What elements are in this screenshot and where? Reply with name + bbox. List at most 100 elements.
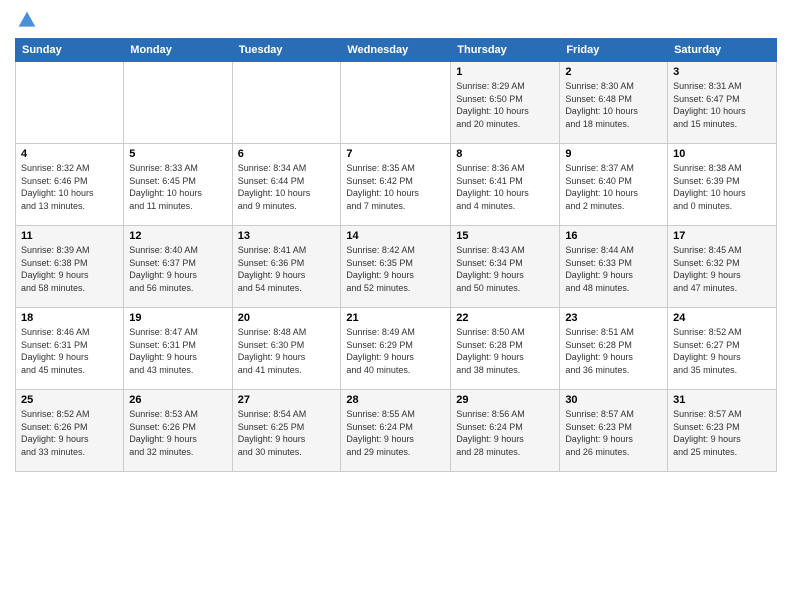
day-cell: 25 Sunrise: 8:52 AM Sunset: 6:26 PM Dayli…: [16, 390, 124, 472]
day-info: Sunrise: 8:31 AM Sunset: 6:47 PM Dayligh…: [673, 80, 771, 130]
day-number: 21: [346, 312, 445, 324]
week-row-5: 25 Sunrise: 8:52 AM Sunset: 6:26 PM Dayli…: [16, 390, 777, 472]
day-info: Sunrise: 8:43 AM Sunset: 6:34 PM Dayligh…: [456, 244, 554, 294]
page-container: SundayMondayTuesdayWednesdayThursdayFrid…: [0, 0, 792, 482]
day-cell: [16, 62, 124, 144]
day-info: Sunrise: 8:57 AM Sunset: 6:23 PM Dayligh…: [673, 408, 771, 458]
day-cell: 21 Sunrise: 8:49 AM Sunset: 6:29 PM Dayli…: [341, 308, 451, 390]
day-cell: 23 Sunrise: 8:51 AM Sunset: 6:28 PM Dayli…: [560, 308, 668, 390]
header-row: SundayMondayTuesdayWednesdayThursdayFrid…: [16, 39, 777, 62]
day-number: 5: [129, 148, 226, 160]
day-number: 4: [21, 148, 118, 160]
logo: [15, 10, 37, 30]
calendar-table: SundayMondayTuesdayWednesdayThursdayFrid…: [15, 38, 777, 472]
day-cell: 14 Sunrise: 8:42 AM Sunset: 6:35 PM Dayli…: [341, 226, 451, 308]
header: [15, 10, 777, 30]
week-row-3: 11 Sunrise: 8:39 AM Sunset: 6:38 PM Dayli…: [16, 226, 777, 308]
day-cell: 30 Sunrise: 8:57 AM Sunset: 6:23 PM Dayli…: [560, 390, 668, 472]
day-number: 22: [456, 312, 554, 324]
day-number: 15: [456, 230, 554, 242]
day-cell: 13 Sunrise: 8:41 AM Sunset: 6:36 PM Dayli…: [232, 226, 341, 308]
day-info: Sunrise: 8:33 AM Sunset: 6:45 PM Dayligh…: [129, 162, 226, 212]
day-number: 9: [565, 148, 662, 160]
day-info: Sunrise: 8:32 AM Sunset: 6:46 PM Dayligh…: [21, 162, 118, 212]
day-number: 27: [238, 394, 336, 406]
day-info: Sunrise: 8:30 AM Sunset: 6:48 PM Dayligh…: [565, 80, 662, 130]
day-cell: 9 Sunrise: 8:37 AM Sunset: 6:40 PM Daylig…: [560, 144, 668, 226]
day-number: 30: [565, 394, 662, 406]
day-cell: 6Sunrise: 8:34 AM Sunset: 6:44 PM Daylig…: [232, 144, 341, 226]
day-info: Sunrise: 8:36 AM Sunset: 6:41 PM Dayligh…: [456, 162, 554, 212]
day-cell: 28Sunrise: 8:55 AM Sunset: 6:24 PM Dayli…: [341, 390, 451, 472]
day-info: Sunrise: 8:37 AM Sunset: 6:40 PM Dayligh…: [565, 162, 662, 212]
day-cell: 4 Sunrise: 8:32 AM Sunset: 6:46 PM Daylig…: [16, 144, 124, 226]
day-info: Sunrise: 8:35 AM Sunset: 6:42 PM Dayligh…: [346, 162, 445, 212]
day-number: 25: [21, 394, 118, 406]
day-number: 14: [346, 230, 445, 242]
day-number: 31: [673, 394, 771, 406]
day-info: Sunrise: 8:40 AM Sunset: 6:37 PM Dayligh…: [129, 244, 226, 294]
day-number: 8: [456, 148, 554, 160]
day-number: 24: [673, 312, 771, 324]
day-cell: [124, 62, 232, 144]
day-info: Sunrise: 8:42 AM Sunset: 6:35 PM Dayligh…: [346, 244, 445, 294]
day-number: 18: [21, 312, 118, 324]
day-cell: 1 Sunrise: 8:29 AM Sunset: 6:50 PM Daylig…: [451, 62, 560, 144]
day-info: Sunrise: 8:50 AM Sunset: 6:28 PM Dayligh…: [456, 326, 554, 376]
day-cell: 12 Sunrise: 8:40 AM Sunset: 6:37 PM Dayli…: [124, 226, 232, 308]
day-cell: 26Sunrise: 8:53 AM Sunset: 6:26 PM Dayli…: [124, 390, 232, 472]
week-row-4: 18 Sunrise: 8:46 AM Sunset: 6:31 PM Dayli…: [16, 308, 777, 390]
day-info: Sunrise: 8:56 AM Sunset: 6:24 PM Dayligh…: [456, 408, 554, 458]
day-info: Sunrise: 8:45 AM Sunset: 6:32 PM Dayligh…: [673, 244, 771, 294]
day-info: Sunrise: 8:34 AM Sunset: 6:44 PM Dayligh…: [238, 162, 336, 212]
day-number: 26: [129, 394, 226, 406]
day-info: Sunrise: 8:52 AM Sunset: 6:27 PM Dayligh…: [673, 326, 771, 376]
day-info: Sunrise: 8:46 AM Sunset: 6:31 PM Dayligh…: [21, 326, 118, 376]
day-info: Sunrise: 8:55 AM Sunset: 6:24 PM Dayligh…: [346, 408, 445, 458]
col-header-saturday: Saturday: [668, 39, 777, 62]
day-cell: 22 Sunrise: 8:50 AM Sunset: 6:28 PM Dayli…: [451, 308, 560, 390]
day-cell: 20Sunrise: 8:48 AM Sunset: 6:30 PM Dayli…: [232, 308, 341, 390]
day-cell: 3 Sunrise: 8:31 AM Sunset: 6:47 PM Daylig…: [668, 62, 777, 144]
day-cell: 5 Sunrise: 8:33 AM Sunset: 6:45 PM Daylig…: [124, 144, 232, 226]
day-info: Sunrise: 8:39 AM Sunset: 6:38 PM Dayligh…: [21, 244, 118, 294]
day-cell: 8 Sunrise: 8:36 AM Sunset: 6:41 PM Daylig…: [451, 144, 560, 226]
day-cell: 31 Sunrise: 8:57 AM Sunset: 6:23 PM Dayli…: [668, 390, 777, 472]
day-number: 13: [238, 230, 336, 242]
day-cell: 27Sunrise: 8:54 AM Sunset: 6:25 PM Dayli…: [232, 390, 341, 472]
col-header-tuesday: Tuesday: [232, 39, 341, 62]
day-number: 3: [673, 66, 771, 78]
col-header-wednesday: Wednesday: [341, 39, 451, 62]
day-cell: 18 Sunrise: 8:46 AM Sunset: 6:31 PM Dayli…: [16, 308, 124, 390]
day-cell: 15 Sunrise: 8:43 AM Sunset: 6:34 PM Dayli…: [451, 226, 560, 308]
day-info: Sunrise: 8:29 AM Sunset: 6:50 PM Dayligh…: [456, 80, 554, 130]
day-info: Sunrise: 8:57 AM Sunset: 6:23 PM Dayligh…: [565, 408, 662, 458]
day-cell: [341, 62, 451, 144]
day-cell: 2 Sunrise: 8:30 AM Sunset: 6:48 PM Daylig…: [560, 62, 668, 144]
day-cell: 19Sunrise: 8:47 AM Sunset: 6:31 PM Dayli…: [124, 308, 232, 390]
day-cell: 16Sunrise: 8:44 AM Sunset: 6:33 PM Dayli…: [560, 226, 668, 308]
day-number: 1: [456, 66, 554, 78]
day-number: 2: [565, 66, 662, 78]
day-info: Sunrise: 8:48 AM Sunset: 6:30 PM Dayligh…: [238, 326, 336, 376]
day-number: 11: [21, 230, 118, 242]
day-cell: [232, 62, 341, 144]
day-info: Sunrise: 8:49 AM Sunset: 6:29 PM Dayligh…: [346, 326, 445, 376]
day-info: Sunrise: 8:41 AM Sunset: 6:36 PM Dayligh…: [238, 244, 336, 294]
day-info: Sunrise: 8:38 AM Sunset: 6:39 PM Dayligh…: [673, 162, 771, 212]
day-info: Sunrise: 8:51 AM Sunset: 6:28 PM Dayligh…: [565, 326, 662, 376]
col-header-sunday: Sunday: [16, 39, 124, 62]
day-cell: 17Sunrise: 8:45 AM Sunset: 6:32 PM Dayli…: [668, 226, 777, 308]
day-cell: 7 Sunrise: 8:35 AM Sunset: 6:42 PM Daylig…: [341, 144, 451, 226]
day-number: 29: [456, 394, 554, 406]
day-number: 7: [346, 148, 445, 160]
day-info: Sunrise: 8:44 AM Sunset: 6:33 PM Dayligh…: [565, 244, 662, 294]
day-number: 23: [565, 312, 662, 324]
logo-text: [15, 10, 37, 30]
day-number: 10: [673, 148, 771, 160]
week-row-1: 1 Sunrise: 8:29 AM Sunset: 6:50 PM Daylig…: [16, 62, 777, 144]
col-header-friday: Friday: [560, 39, 668, 62]
day-number: 12: [129, 230, 226, 242]
day-cell: 24 Sunrise: 8:52 AM Sunset: 6:27 PM Dayli…: [668, 308, 777, 390]
day-info: Sunrise: 8:52 AM Sunset: 6:26 PM Dayligh…: [21, 408, 118, 458]
